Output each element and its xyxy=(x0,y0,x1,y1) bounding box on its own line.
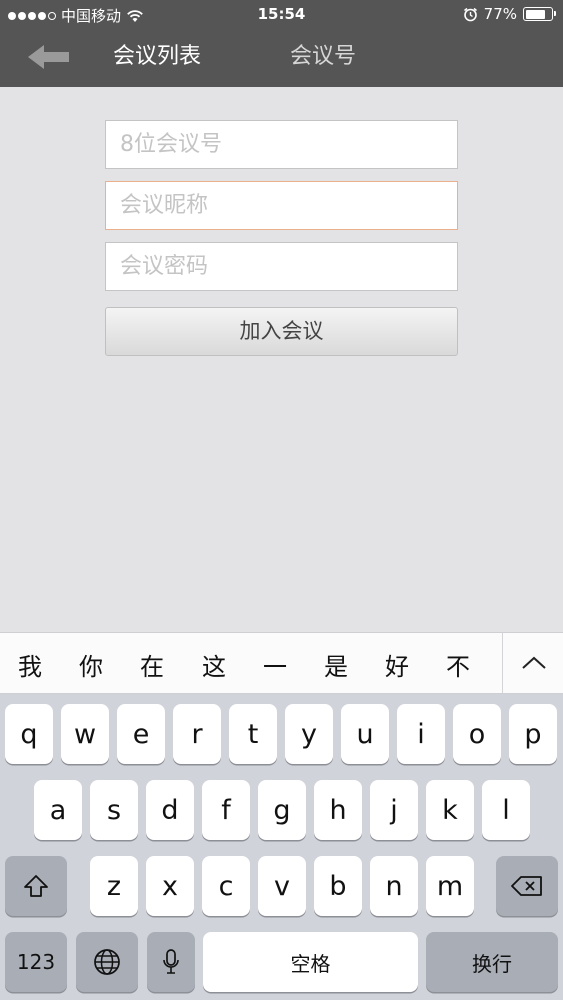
tab-meeting-number[interactable]: 会议号 xyxy=(290,42,356,72)
status-bar: 中国移动 15:54 77% xyxy=(0,0,563,30)
key-z[interactable]: z xyxy=(90,856,138,916)
meeting-nickname-input[interactable] xyxy=(105,181,458,230)
shift-icon xyxy=(24,875,48,897)
join-meeting-button[interactable]: 加入会议 xyxy=(105,307,458,356)
key-l[interactable]: l xyxy=(482,780,530,840)
return-key[interactable]: 换行 xyxy=(426,932,558,992)
key-f[interactable]: f xyxy=(202,780,250,840)
key-i[interactable]: i xyxy=(397,704,445,764)
back-arrow-icon[interactable] xyxy=(26,42,72,72)
space-key[interactable]: 空格 xyxy=(203,932,418,992)
key-c[interactable]: c xyxy=(202,856,250,916)
key-q[interactable]: q xyxy=(5,704,53,764)
candidate-bar: 我 你 在 这 一 是 好 不 xyxy=(0,632,563,694)
key-v[interactable]: v xyxy=(258,856,306,916)
microphone-icon xyxy=(163,949,179,974)
key-s[interactable]: s xyxy=(90,780,138,840)
key-u[interactable]: u xyxy=(341,704,389,764)
candidate-item[interactable]: 你 xyxy=(71,647,111,682)
candidate-item[interactable]: 这 xyxy=(194,647,234,682)
globe-key[interactable] xyxy=(76,932,138,992)
top-bar: 中国移动 15:54 77% 会议列表 会议号 xyxy=(0,0,563,87)
keyboard: q w e r t y u i o p a s d f g h j k l z … xyxy=(0,694,563,1000)
meeting-password-input[interactable] xyxy=(105,242,458,291)
battery-icon xyxy=(523,7,556,21)
key-p[interactable]: p xyxy=(509,704,557,764)
chevron-up-icon[interactable] xyxy=(519,651,549,675)
key-w[interactable]: w xyxy=(61,704,109,764)
key-e[interactable]: e xyxy=(117,704,165,764)
dictation-key[interactable] xyxy=(147,932,195,992)
battery-percent: 77% xyxy=(483,5,517,23)
candidate-item[interactable]: 在 xyxy=(132,647,172,682)
key-d[interactable]: d xyxy=(146,780,194,840)
key-y[interactable]: y xyxy=(285,704,333,764)
status-right: 77% xyxy=(463,5,556,23)
numbers-key[interactable]: 123 xyxy=(5,932,67,992)
tab-meeting-list[interactable]: 会议列表 xyxy=(113,42,201,72)
nav-bar: 会议列表 会议号 xyxy=(0,30,563,87)
key-a[interactable]: a xyxy=(34,780,82,840)
key-r[interactable]: r xyxy=(173,704,221,764)
delete-key[interactable] xyxy=(496,856,558,916)
candidate-item[interactable]: 好 xyxy=(377,647,417,682)
key-m[interactable]: m xyxy=(426,856,474,916)
candidate-item[interactable]: 不 xyxy=(438,647,478,682)
key-g[interactable]: g xyxy=(258,780,306,840)
candidate-item[interactable]: 我 xyxy=(10,647,50,682)
key-o[interactable]: o xyxy=(453,704,501,764)
battery-fill xyxy=(525,9,545,19)
globe-icon xyxy=(94,949,120,975)
alarm-icon xyxy=(463,7,477,21)
shift-key[interactable] xyxy=(5,856,67,916)
key-k[interactable]: k xyxy=(426,780,474,840)
candidate-item[interactable]: 一 xyxy=(255,647,295,682)
candidate-divider xyxy=(502,633,503,693)
key-b[interactable]: b xyxy=(314,856,362,916)
key-h[interactable]: h xyxy=(314,780,362,840)
meeting-number-input[interactable] xyxy=(105,120,458,169)
candidate-item[interactable]: 是 xyxy=(316,647,356,682)
key-n[interactable]: n xyxy=(370,856,418,916)
backspace-icon xyxy=(511,876,542,896)
key-x[interactable]: x xyxy=(146,856,194,916)
key-t[interactable]: t xyxy=(229,704,277,764)
key-j[interactable]: j xyxy=(370,780,418,840)
